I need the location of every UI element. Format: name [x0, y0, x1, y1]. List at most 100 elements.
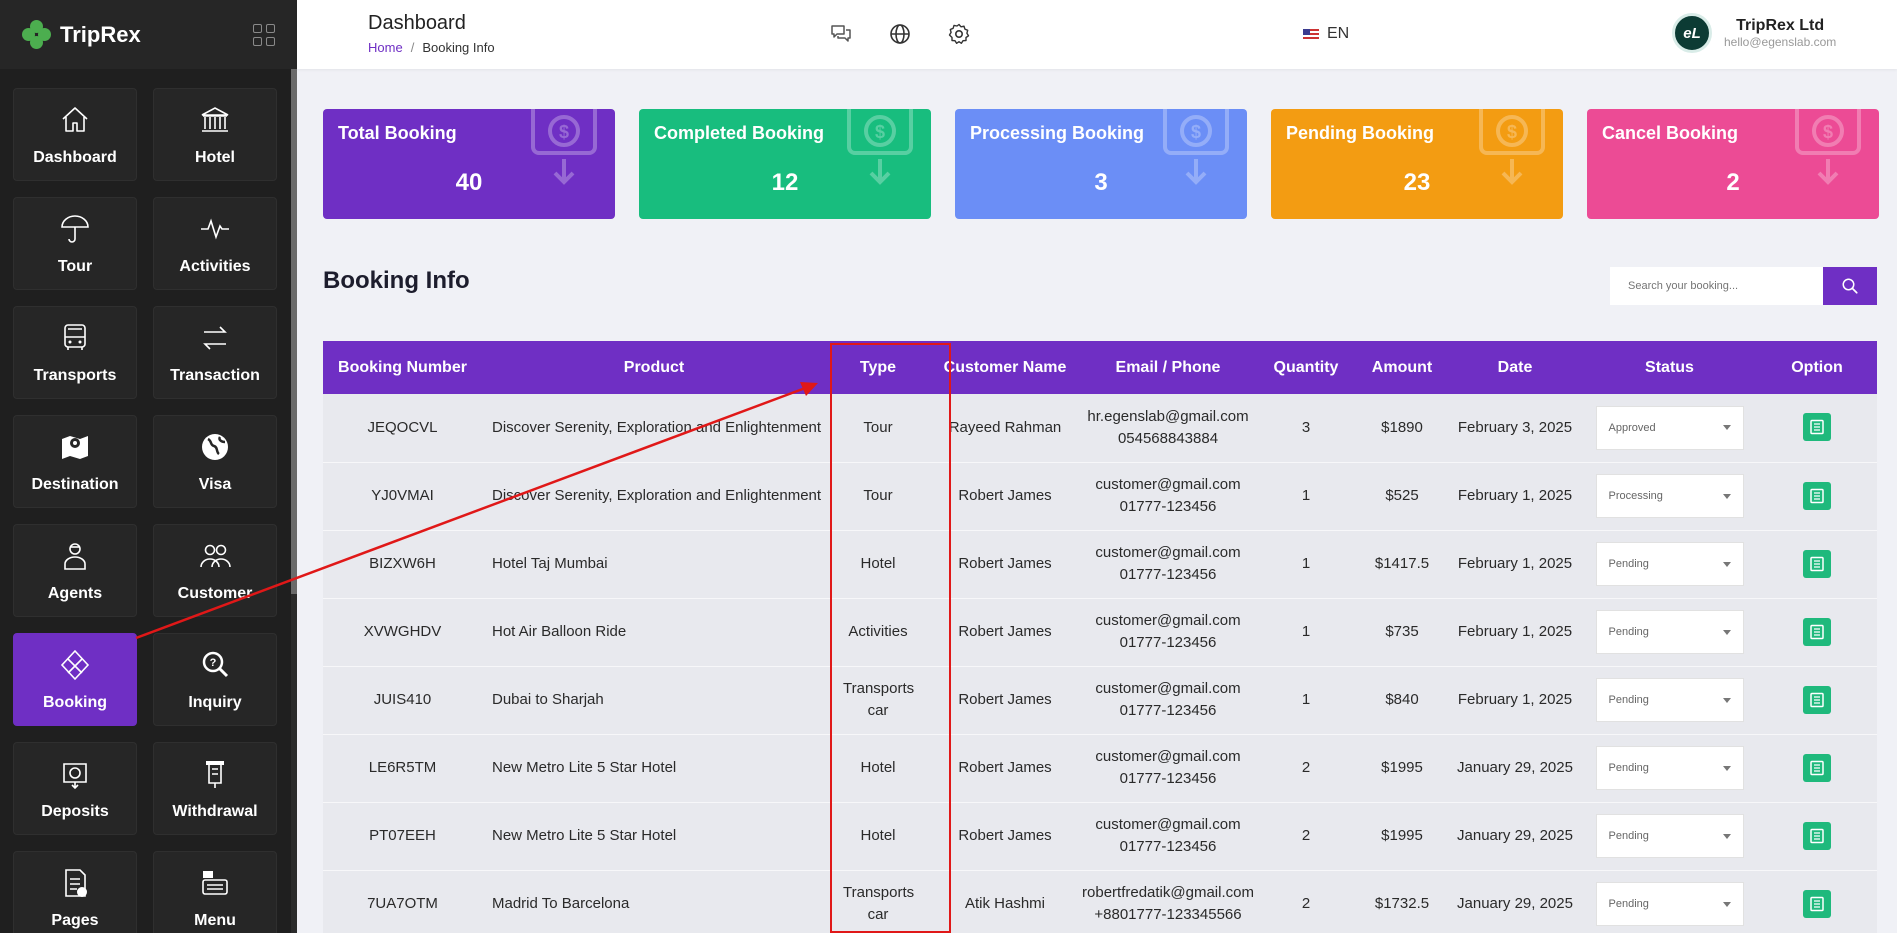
status-select[interactable]: Pending	[1595, 814, 1744, 858]
status-cell: Pending	[1582, 870, 1757, 933]
customer-name: Robert James	[930, 462, 1080, 531]
sidebar-item-destination[interactable]: Destination	[13, 415, 137, 508]
amount: $1417.5	[1356, 530, 1448, 599]
sidebar-item-menu[interactable]: Menu	[153, 851, 277, 933]
stat-card-cancel-booking[interactable]: Cancel Booking 2 $	[1587, 109, 1879, 219]
sidebar-item-booking[interactable]: Booking	[13, 633, 137, 726]
view-details-button[interactable]	[1803, 889, 1831, 918]
customer-name: Robert James	[930, 734, 1080, 803]
gear-icon[interactable]	[947, 22, 971, 46]
chevron-down-icon	[1722, 901, 1731, 907]
view-details-button[interactable]	[1803, 549, 1831, 578]
quantity: 1	[1256, 598, 1356, 667]
status-select[interactable]: Processing	[1595, 474, 1744, 518]
inquiry-icon: ?	[202, 651, 229, 677]
stat-card-completed-booking[interactable]: Completed Booking 12 $	[639, 109, 931, 219]
document-icon	[1810, 624, 1824, 639]
scrollbar-thumb[interactable]	[291, 69, 297, 594]
view-details-button[interactable]	[1803, 413, 1831, 442]
sidebar-item-activities[interactable]: Activities	[153, 197, 277, 290]
globe-language-icon[interactable]	[888, 22, 912, 46]
sidebar-item-dashboard[interactable]: Dashboard	[13, 88, 137, 181]
booking-table-container: Booking Number Product Type Customer Name Em…	[323, 341, 1877, 933]
status-select[interactable]: Pending	[1595, 746, 1744, 790]
document-icon	[1810, 828, 1824, 843]
hotel-icon	[201, 106, 229, 132]
sidebar-item-deposits[interactable]: Deposits	[13, 742, 137, 835]
view-details-button[interactable]	[1803, 685, 1831, 714]
status-select[interactable]: Approved	[1595, 405, 1744, 450]
sidebar-item-inquiry[interactable]: ? Inquiry	[153, 633, 277, 726]
booking-type-text: Transports car	[843, 884, 915, 923]
product-name: New Metro Lite 5 Star Hotel	[482, 734, 826, 803]
quantity: 1	[1256, 666, 1356, 735]
money-receipt-icon: $	[531, 109, 597, 185]
customer-phone: 054568843884	[1117, 429, 1219, 447]
stat-card-processing-booking[interactable]: Processing Booking 3 $	[955, 109, 1247, 219]
chevron-down-icon	[1722, 697, 1731, 703]
column-header-type: Type	[826, 341, 930, 394]
sidebar-toggle-icon[interactable]	[253, 23, 275, 46]
booking-date: January 29, 2025	[1448, 870, 1582, 933]
booking-type: Hotel	[826, 734, 930, 803]
email-phone-cell: customer@gmail.com 01777-123456	[1080, 666, 1256, 735]
option-cell	[1757, 734, 1877, 803]
logo[interactable]: TripRex	[22, 19, 141, 50]
chat-icon[interactable]	[829, 22, 853, 46]
view-details-button[interactable]	[1803, 821, 1831, 850]
breadcrumb-home-link[interactable]: Home	[368, 40, 403, 55]
sidebar-item-label: Destination	[31, 475, 119, 493]
booking-number: 7UA7OTM	[323, 870, 482, 933]
customer-phone: 01777-123456	[1119, 702, 1217, 719]
status-value: Pending	[1608, 558, 1649, 570]
stat-card-total-booking[interactable]: Total Booking 40 $	[323, 109, 615, 219]
document-icon	[1810, 760, 1824, 775]
sidebar-item-label: Booking	[43, 693, 107, 711]
breadcrumb: Home / Booking Info	[368, 40, 495, 55]
product-name: Dubai to Sharjah	[482, 666, 826, 735]
sidebar-menu: Dashboard Hotel Tour Activities Transports Tr…	[13, 88, 278, 933]
sidebar-item-withdrawal[interactable]: Withdrawal	[153, 742, 277, 835]
booking-number: YJ0VMAI	[323, 462, 482, 531]
sidebar-item-label: Inquiry	[188, 693, 242, 711]
sidebar-item-pages[interactable]: Pages	[13, 851, 137, 933]
search-button[interactable]	[1823, 267, 1877, 305]
booking-type-text: Hotel	[860, 759, 896, 776]
sidebar-item-agents[interactable]: Agents	[13, 524, 137, 617]
sidebar-item-customer[interactable]: Customer	[153, 524, 277, 617]
sidebar-item-hotel[interactable]: Hotel	[153, 88, 277, 181]
status-value: Pending	[1608, 626, 1649, 638]
booking-type: Transports car	[826, 666, 930, 735]
status-select[interactable]: Pending	[1595, 610, 1744, 654]
chevron-down-icon	[1722, 629, 1731, 635]
view-details-button[interactable]	[1803, 753, 1831, 782]
booking-date: February 1, 2025	[1448, 598, 1582, 667]
sidebar-item-transports[interactable]: Transports	[13, 306, 137, 399]
svg-text:$: $	[1507, 122, 1517, 142]
sidebar-item-label: Withdrawal	[172, 802, 258, 820]
status-cell: Pending	[1582, 598, 1757, 667]
status-select[interactable]: Pending	[1595, 678, 1744, 722]
status-select[interactable]: Pending	[1595, 542, 1744, 586]
status-select[interactable]: Pending	[1595, 882, 1744, 926]
sidebar-item-tour[interactable]: Tour	[13, 197, 137, 290]
stat-card-pending-booking[interactable]: Pending Booking 23 $	[1271, 109, 1563, 219]
user-profile[interactable]: eL TripRex Ltd hello@egenslab.com	[1672, 13, 1836, 53]
view-details-button[interactable]	[1803, 481, 1831, 510]
stat-cards: Total Booking 40 $ Completed Booking 12 $ Proc…	[323, 109, 1879, 219]
money-receipt-icon: $	[1795, 109, 1861, 185]
sidebar-item-label: Transaction	[170, 366, 260, 384]
document-icon	[1810, 692, 1824, 707]
status-cell: Processing	[1582, 462, 1757, 531]
status-value: Pending	[1608, 694, 1649, 706]
sidebar-item-transaction[interactable]: Transaction	[153, 306, 277, 399]
amount: $1995	[1356, 802, 1448, 871]
sidebar-item-visa[interactable]: Visa	[153, 415, 277, 508]
language-selector[interactable]: EN	[1303, 25, 1349, 43]
booking-date: February 1, 2025	[1448, 666, 1582, 735]
sidebar-scrollbar[interactable]	[291, 69, 297, 933]
view-details-button[interactable]	[1803, 617, 1831, 646]
product-name: Discover Serenity, Exploration and Enlig…	[482, 462, 826, 531]
sidebar-item-label: Transports	[33, 366, 117, 384]
search-input[interactable]	[1610, 267, 1824, 305]
